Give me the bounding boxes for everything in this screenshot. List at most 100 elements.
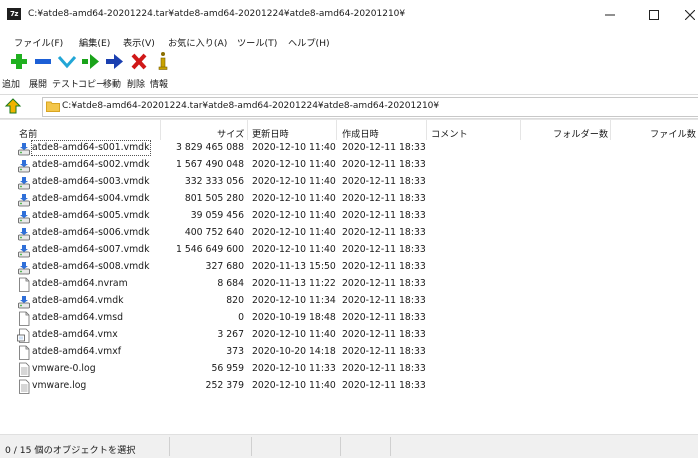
column-folders[interactable]: フォルダー数 (553, 126, 608, 140)
column-name[interactable]: 名前 (19, 126, 37, 140)
column-divider[interactable] (160, 120, 161, 140)
file-modified: 2020-10-20 14:18 (252, 346, 336, 357)
file-list[interactable]: 名前 サイズ 更新日時 作成日時 コメント フォルダー数 ファイル数 atde8… (0, 119, 698, 435)
column-modified[interactable]: 更新日時 (252, 126, 289, 140)
file-size: 56 959 (211, 363, 244, 374)
column-divider[interactable] (247, 120, 248, 140)
file-row[interactable]: atde8-amd64-s001.vmdk 3 829 465 088 2020-1… (0, 140, 698, 157)
info-button[interactable]: 情報 (150, 50, 176, 92)
file-size: 8 684 (217, 278, 244, 289)
close-icon (685, 10, 695, 20)
column-divider[interactable] (426, 120, 427, 140)
add-label: 追加 (2, 80, 21, 90)
file-name: atde8-amd64-s006.vmdk (32, 227, 150, 238)
file-created: 2020-12-11 18:33 (342, 159, 426, 170)
extract-label: 展開 (29, 80, 48, 90)
maximize-button[interactable] (632, 0, 676, 31)
vmdk-disk-icon (18, 160, 30, 173)
file-size: 0 (238, 312, 244, 323)
column-header: 名前 サイズ 更新日時 作成日時 コメント フォルダー数 ファイル数 (0, 120, 698, 140)
vmdk-disk-icon (18, 194, 30, 207)
file-row[interactable]: atde8-amd64.nvram 8 684 2020-11-13 11:22 20… (0, 276, 698, 293)
column-divider[interactable] (610, 120, 611, 140)
delete-button[interactable]: 削除 (127, 50, 152, 92)
column-files[interactable]: ファイル数 (650, 126, 696, 140)
file-size: 820 (226, 295, 244, 306)
close-button[interactable] (676, 0, 698, 31)
minimize-button[interactable] (588, 0, 632, 31)
file-name: atde8-amd64-s002.vmdk (32, 159, 150, 170)
status-divider (169, 437, 170, 456)
file-modified: 2020-12-10 11:40 (252, 380, 336, 391)
minimize-icon (605, 14, 615, 16)
title-bar[interactable]: 7z C:¥atde8-amd64-20201224.tar¥atde8-amd… (0, 0, 698, 31)
column-divider[interactable] (520, 120, 521, 140)
menu-edit[interactable]: 編集(E) (79, 35, 110, 49)
file-row[interactable]: atde8-amd64-s004.vmdk 801 505 280 2020-12-… (0, 191, 698, 208)
window-title: C:¥atde8-amd64-20201224.tar¥atde8-amd64-… (28, 9, 406, 19)
file-size: 400 752 640 (184, 227, 244, 238)
app-7zip-icon: 7z (7, 8, 21, 20)
file-row[interactable]: atde8-amd64-s005.vmdk 39 059 456 2020-12-1… (0, 208, 698, 225)
file-row[interactable]: atde8-amd64-s002.vmdk 1 567 490 048 2020-1… (0, 157, 698, 174)
file-row[interactable]: atde8-amd64.vmx 3 267 2020-12-10 11:40 2020… (0, 327, 698, 344)
test-check-icon (57, 56, 77, 69)
blank-file-icon (19, 277, 30, 292)
status-divider (251, 437, 252, 456)
blank-file-icon (19, 345, 30, 360)
menu-help[interactable]: ヘルプ(H) (288, 35, 330, 49)
test-label: テスト (52, 80, 80, 90)
file-name: atde8-amd64-s003.vmdk (32, 176, 150, 187)
file-name: atde8-amd64-s001.vmdk (32, 142, 150, 153)
file-name: atde8-amd64.vmx (32, 329, 118, 340)
column-size[interactable]: サイズ (217, 126, 244, 140)
file-row[interactable]: atde8-amd64-s003.vmdk 332 333 056 2020-12-… (0, 174, 698, 191)
extract-minus-icon (35, 59, 51, 64)
text-file-icon (19, 379, 30, 394)
file-modified: 2020-12-10 11:40 (252, 227, 336, 238)
file-modified: 2020-12-10 11:40 (252, 329, 336, 340)
file-modified: 2020-12-10 11:40 (252, 142, 336, 153)
file-size: 1 567 490 048 (175, 159, 244, 170)
file-row[interactable]: atde8-amd64-s007.vmdk 1 546 649 600 2020-1… (0, 242, 698, 259)
vmdk-disk-icon (18, 228, 30, 241)
file-row[interactable]: vmware.log 252 379 2020-12-10 11:40 2020-12… (0, 378, 698, 395)
file-row[interactable]: vmware-0.log 56 959 2020-12-10 11:33 2020-1… (0, 361, 698, 378)
maximize-icon (649, 10, 659, 20)
column-comment[interactable]: コメント (431, 126, 468, 140)
copy-button[interactable]: コピー (78, 50, 105, 92)
vmdk-disk-icon (18, 245, 30, 258)
file-row[interactable]: atde8-amd64-s008.vmdk 327 680 2020-11-13 1… (0, 259, 698, 276)
status-bar: 0 / 15 個のオブジェクトを選択 (0, 434, 698, 458)
file-created: 2020-12-11 18:33 (342, 210, 426, 221)
file-size: 3 829 465 088 (175, 142, 244, 153)
menu-view[interactable]: 表示(V) (123, 35, 155, 49)
column-created[interactable]: 作成日時 (342, 126, 379, 140)
path-field[interactable]: C:¥atde8-amd64-20201224.tar¥atde8-amd64-… (42, 97, 698, 117)
file-modified: 2020-12-10 11:33 (252, 363, 336, 374)
menu-tools[interactable]: ツール(T) (237, 35, 277, 49)
move-button[interactable]: 移動 (103, 50, 128, 92)
file-modified: 2020-11-13 11:22 (252, 278, 336, 289)
menu-bar: ファイル(F) 編集(E) 表示(V) お気に入り(A) ツール(T) ヘルプ(… (0, 31, 698, 49)
file-modified: 2020-12-10 11:40 (252, 210, 336, 221)
selection-status: 0 / 15 個のオブジェクトを選択 (5, 445, 136, 456)
menu-favorites[interactable]: お気に入り(A) (168, 35, 227, 49)
menu-file[interactable]: ファイル(F) (14, 35, 63, 49)
file-row[interactable]: atde8-amd64-s006.vmdk 400 752 640 2020-12-… (0, 225, 698, 242)
file-created: 2020-12-11 18:33 (342, 363, 426, 374)
file-modified: 2020-12-10 11:40 (252, 159, 336, 170)
file-created: 2020-12-11 18:33 (342, 329, 426, 340)
info-label: 情報 (150, 80, 169, 90)
vmdk-disk-icon (18, 211, 30, 224)
delete-x-icon (131, 53, 147, 70)
go-up-arrow-icon[interactable] (4, 98, 22, 115)
file-size: 39 059 456 (190, 210, 244, 221)
file-row[interactable]: atde8-amd64.vmsd 0 2020-10-19 18:48 2020-12… (0, 310, 698, 327)
folder-icon (46, 101, 60, 112)
column-divider[interactable] (336, 120, 337, 140)
test-button[interactable]: テスト (52, 50, 80, 92)
vmdk-disk-icon (18, 262, 30, 275)
file-row[interactable]: atde8-amd64.vmxf 373 2020-10-20 14:18 2020-… (0, 344, 698, 361)
file-row[interactable]: atde8-amd64.vmdk 820 2020-12-10 11:34 2020-… (0, 293, 698, 310)
